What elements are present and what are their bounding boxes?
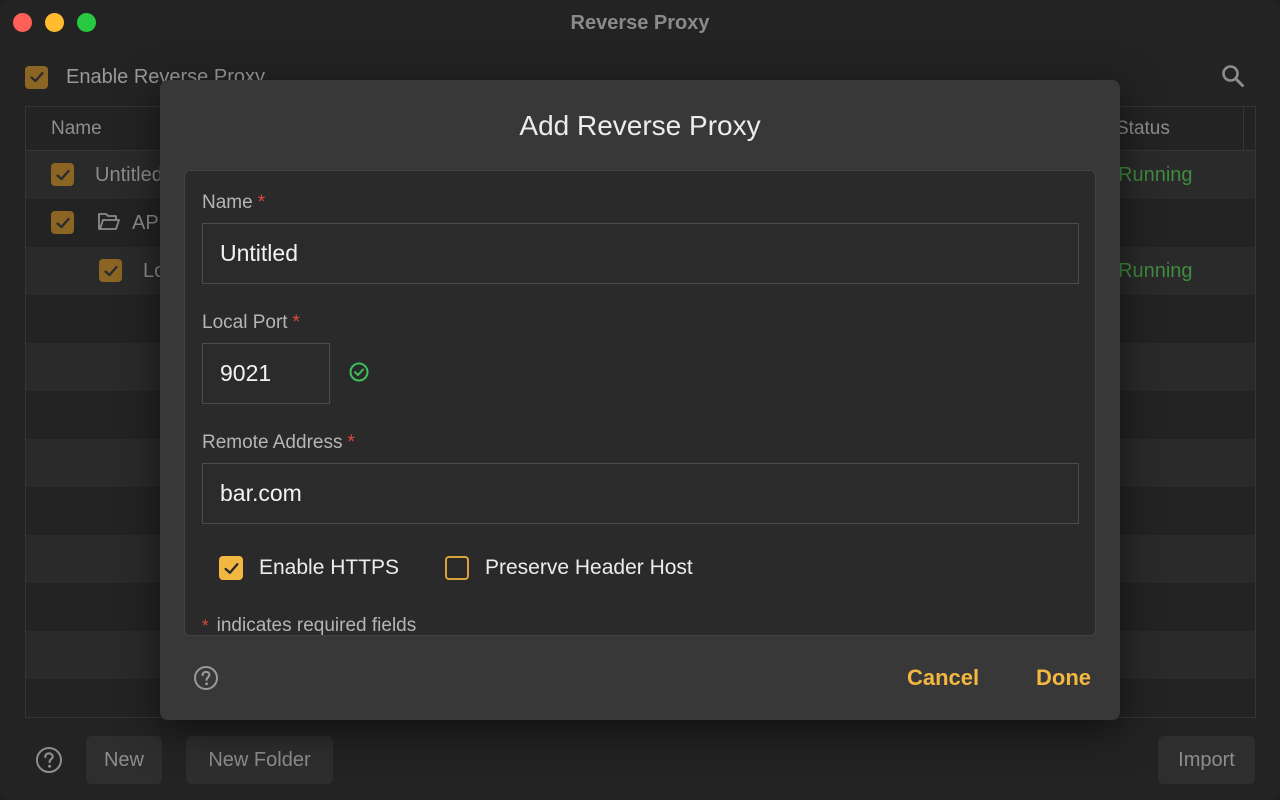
remote-address-label-text: Remote Address	[202, 432, 343, 453]
local-port-input[interactable]: 9021	[202, 343, 330, 404]
required-fields-note: * indicates required fields	[202, 615, 417, 636]
preserve-header-host-option[interactable]: Preserve Header Host	[445, 556, 693, 580]
required-marker: *	[347, 432, 355, 453]
name-field-label: Name *	[202, 192, 265, 214]
required-note-text: indicates required fields	[216, 615, 417, 636]
enable-https-option[interactable]: Enable HTTPS	[219, 556, 399, 580]
name-input[interactable]: Untitled	[202, 223, 1079, 284]
preserve-header-host-label: Preserve Header Host	[485, 556, 693, 579]
required-marker: *	[292, 312, 300, 333]
port-available-check-icon	[349, 362, 369, 382]
enable-https-label: Enable HTTPS	[259, 556, 400, 579]
preserve-header-host-checkbox[interactable]	[445, 556, 469, 580]
checkmark-icon	[223, 562, 239, 574]
remote-address-input[interactable]: bar.com	[202, 463, 1079, 524]
cancel-button[interactable]: Cancel	[907, 665, 979, 691]
add-reverse-proxy-dialog: Add Reverse Proxy Name * Untitled Local P…	[160, 80, 1120, 720]
local-port-label-text: Local Port	[202, 312, 288, 333]
form-panel: Name * Untitled Local Port * 9021 Remote A…	[184, 170, 1096, 636]
done-button[interactable]: Done	[1036, 665, 1091, 691]
dialog-title: Add Reverse Proxy	[519, 110, 761, 141]
required-marker: *	[202, 616, 209, 635]
help-icon[interactable]	[193, 665, 219, 691]
required-marker: *	[257, 192, 266, 213]
remote-address-field-label: Remote Address *	[202, 432, 355, 454]
main-window: Reverse Proxy Enable Reverse Proxy Name …	[0, 0, 1280, 800]
local-port-field-label: Local Port *	[202, 312, 300, 334]
name-label-text: Name	[202, 192, 253, 213]
enable-https-checkbox[interactable]	[219, 556, 243, 580]
modal-overlay: Add Reverse Proxy Name * Untitled Local P…	[0, 0, 1280, 800]
